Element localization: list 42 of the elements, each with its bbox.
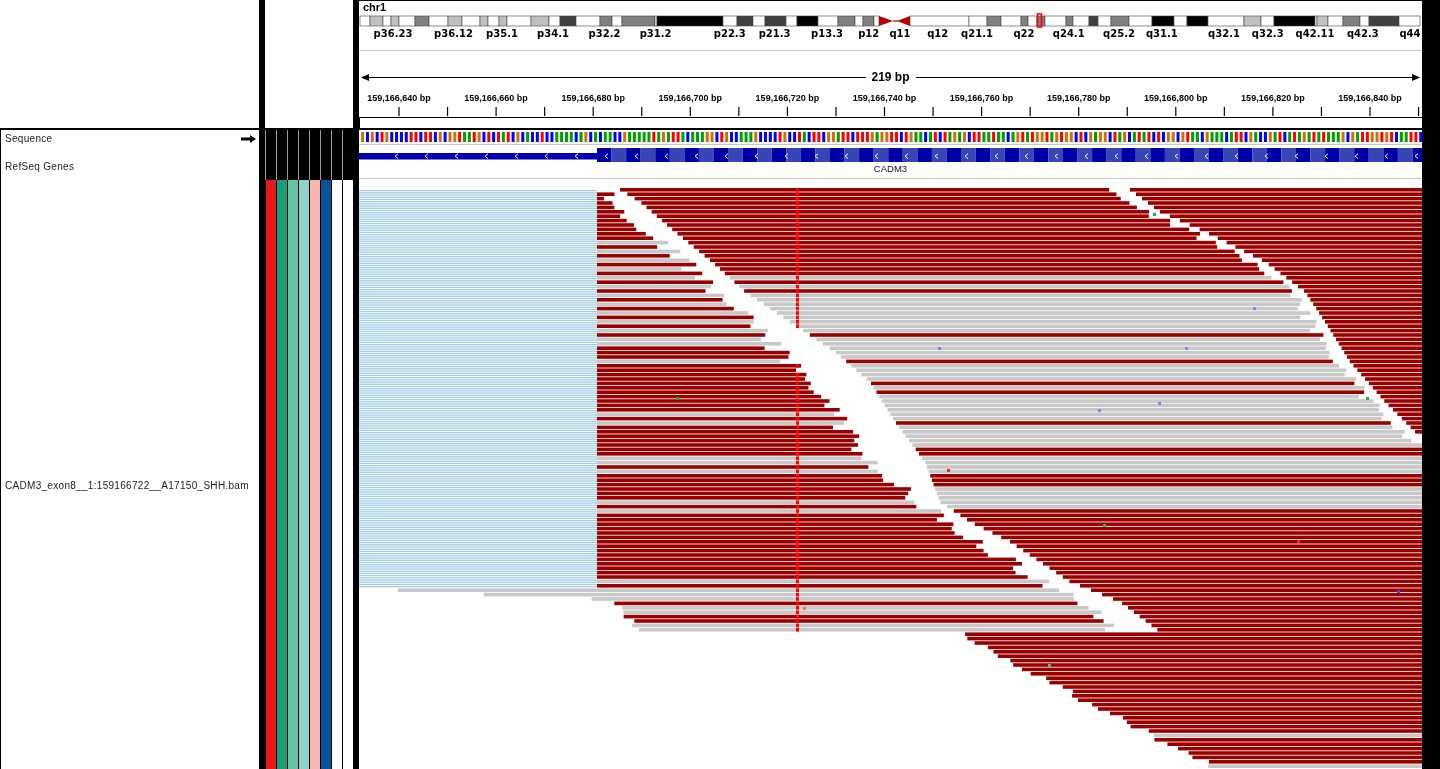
band-label: q21.1 xyxy=(961,28,993,40)
ruler-tick-label: 159,166,660 bp xyxy=(464,93,528,104)
ruler-tick-label: 159,166,780 bp xyxy=(1046,93,1111,104)
band-label: q24.1 xyxy=(1052,28,1085,40)
band-label: p35.1 xyxy=(486,28,518,40)
band-label: p21.3 xyxy=(758,28,791,40)
gene-label: CADM3 xyxy=(873,164,908,174)
band-label: q12 xyxy=(927,28,949,40)
band-label: q44 xyxy=(1399,28,1421,40)
chromosome-ideogram[interactable] xyxy=(359,13,1422,28)
gene-feature[interactable] xyxy=(359,146,1422,164)
ruler-tick-label: 159,166,740 bp xyxy=(852,93,917,104)
band-label: q25.2 xyxy=(1103,28,1135,40)
band-label: q11 xyxy=(889,28,911,40)
ruler-tick-label: 159,166,820 bp xyxy=(1241,93,1305,104)
band-label: p31.2 xyxy=(639,28,672,40)
track-name: Sequence xyxy=(5,132,53,145)
ruler-tick-label: 159,166,700 bp xyxy=(658,93,723,104)
ruler-tick-label: 159,166,640 bp xyxy=(367,93,431,104)
band-label: q32.1 xyxy=(1208,28,1240,40)
ruler-tick-label: 159,166,760 bp xyxy=(949,93,1014,104)
band-label: q32.3 xyxy=(1251,28,1284,40)
track-name: CADM3_exon8__1:159166722__A17150_SHH.bam xyxy=(5,479,249,492)
band-label: p36.12 xyxy=(434,28,473,40)
ruler-tick-label: 159,166,800 bp xyxy=(1144,93,1208,104)
track-name: RefSeq Genes xyxy=(5,161,75,172)
band-label: q31.1 xyxy=(1145,28,1178,40)
band-label: p34.1 xyxy=(537,28,569,40)
band-label: p22.3 xyxy=(713,28,746,40)
band-label: p12 xyxy=(858,28,880,40)
right-arrow-icon[interactable] xyxy=(241,134,256,143)
span-label: 219 bp xyxy=(870,71,911,83)
band-label: p32.2 xyxy=(588,28,621,40)
chromosome-label: chr1 xyxy=(363,1,387,13)
band-label: q22 xyxy=(1013,28,1035,40)
band-label: q42.11 xyxy=(1295,28,1335,40)
band-label: q42.3 xyxy=(1346,28,1379,40)
ruler-tick-label: 159,166,720 bp xyxy=(755,93,820,104)
ruler-tick-label: 159,166,840 bp xyxy=(1338,93,1402,104)
band-label: p36.23 xyxy=(373,28,413,40)
ruler-tick-label: 159,166,680 bp xyxy=(561,93,625,104)
band-label: p13.3 xyxy=(811,28,843,40)
